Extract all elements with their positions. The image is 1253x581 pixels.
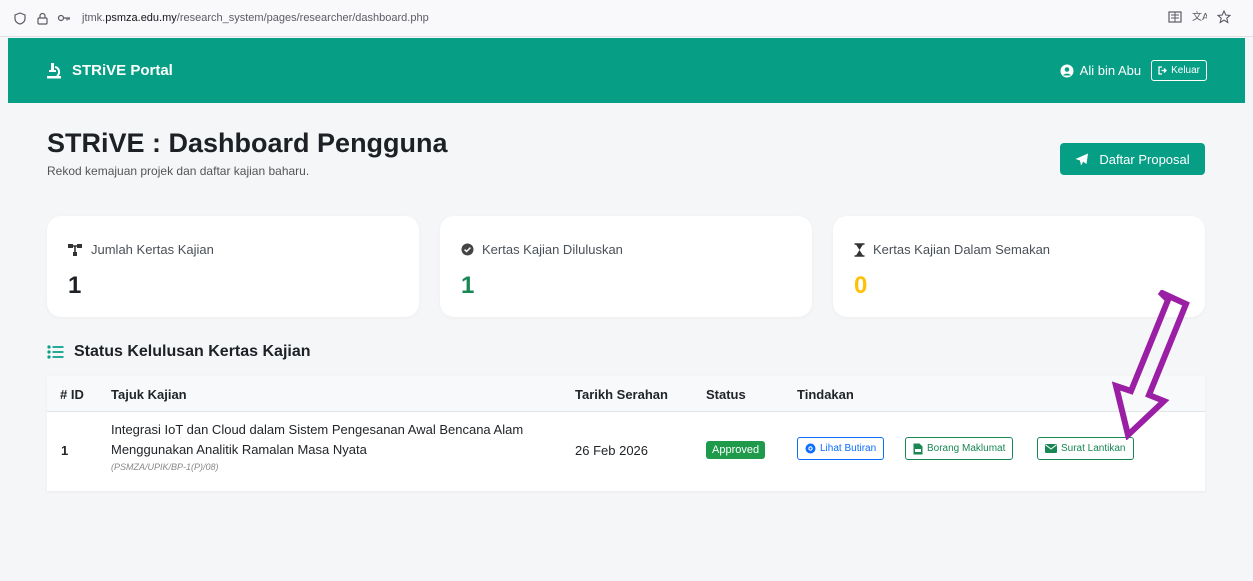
surat-lantikan-button[interactable]: Surat Lantikan	[1037, 437, 1134, 460]
stat-label: Kertas Kajian Dalam Semakan	[873, 242, 1051, 257]
stat-label: Kertas Kajian Diluluskan	[482, 242, 623, 257]
row-title-line1: Integrasi IoT dan Cloud dalam Sistem Pen…	[111, 422, 524, 437]
envelope-icon	[1045, 444, 1057, 453]
daftar-proposal-button[interactable]: Daftar Proposal	[1060, 143, 1205, 175]
stat-label: Jumlah Kertas Kajian	[91, 242, 214, 257]
row-date: 26 Feb 2026	[575, 443, 649, 458]
microscope-icon	[47, 63, 61, 79]
logout-button[interactable]: Keluar	[1151, 60, 1207, 81]
url-domain: psmza.edu.my	[105, 12, 177, 24]
table-row: 1 Integrasi IoT dan Cloud dalam Sistem P…	[47, 412, 1205, 491]
section-title-text: Status Kelulusan Kertas Kajian	[74, 343, 311, 360]
url-path: /research_system/pages/researcher/dashbo…	[176, 12, 429, 24]
file-pdf-icon	[913, 443, 923, 454]
svg-text:文A: 文A	[1192, 10, 1207, 23]
borang-maklumat-button[interactable]: Borang Maklumat	[905, 437, 1014, 460]
hourglass-icon	[854, 242, 865, 257]
section-title: Status Kelulusan Kertas Kajian	[47, 343, 311, 361]
column-header-status: Status	[706, 387, 746, 402]
brand-name: STRiVE Portal	[72, 62, 173, 79]
shield-icon[interactable]	[12, 10, 28, 26]
column-header-date: Tarikh Serahan	[575, 387, 668, 402]
status-badge: Approved	[706, 441, 766, 459]
lihat-butiran-button[interactable]: Lihat Butiran	[797, 437, 885, 460]
daftar-proposal-label: Daftar Proposal	[1099, 151, 1190, 167]
browser-url-bar: jtmk.psmza.edu.my/research_system/pages/…	[0, 0, 1253, 37]
user-name: Ali bin Abu	[1079, 63, 1142, 78]
row-title-line2: Menggunakan Analitik Ramalan Masa Nyata	[111, 442, 367, 457]
url-prefix: jtmk.	[82, 12, 106, 24]
column-header-id: # ID	[60, 387, 84, 402]
reader-view-icon[interactable]	[1168, 10, 1182, 27]
paper-plane-icon	[1075, 153, 1089, 165]
sign-out-icon	[1158, 66, 1168, 75]
sitemap-icon	[68, 243, 82, 256]
lock-icon[interactable]	[34, 10, 50, 26]
page-subtitle: Rekod kemajuan projek dan daftar kajian …	[47, 164, 310, 178]
user-menu[interactable]: Ali bin Abu	[1060, 63, 1141, 78]
stat-card-approved: Kertas Kajian Diluluskan 1	[440, 216, 812, 317]
table-header: # ID Tajuk Kajian Tarikh Serahan Status …	[47, 376, 1205, 412]
column-header-actions: Tindakan	[797, 387, 854, 402]
stat-value: 1	[461, 272, 475, 299]
stat-value: 0	[854, 272, 868, 299]
url-text[interactable]: jtmk.psmza.edu.my/research_system/pages/…	[82, 12, 429, 24]
eye-icon	[805, 443, 816, 454]
permissions-icon[interactable]	[56, 10, 72, 26]
column-header-title: Tajuk Kajian	[111, 387, 187, 402]
brand-link[interactable]: STRiVE Portal	[46, 62, 173, 79]
stat-value: 1	[68, 272, 82, 299]
user-circle-icon	[1060, 64, 1074, 77]
lihat-butiran-label: Lihat Butiran	[820, 443, 877, 454]
logout-label: Keluar	[1171, 65, 1200, 76]
top-navbar: STRiVE Portal Ali bin Abu Keluar	[8, 38, 1245, 103]
bookmark-star-icon[interactable]	[1216, 9, 1232, 27]
surat-lantikan-label: Surat Lantikan	[1061, 443, 1126, 454]
translate-icon[interactable]: 文A	[1192, 10, 1209, 27]
page-title: STRiVE : Dashboard Pengguna	[47, 128, 448, 158]
list-icon	[47, 345, 64, 359]
check-circle-icon	[461, 243, 474, 256]
row-title-cell: Integrasi IoT dan Cloud dalam Sistem Pen…	[111, 420, 523, 472]
status-table: # ID Tajuk Kajian Tarikh Serahan Status …	[47, 376, 1205, 491]
row-reference: (PSMZA/UPIK/BP-1(P)/08)	[111, 462, 219, 472]
row-id: 1	[61, 443, 69, 458]
stat-card-total: Jumlah Kertas Kajian 1	[47, 216, 419, 317]
annotation-arrow	[1111, 290, 1190, 440]
borang-maklumat-label: Borang Maklumat	[927, 443, 1006, 454]
